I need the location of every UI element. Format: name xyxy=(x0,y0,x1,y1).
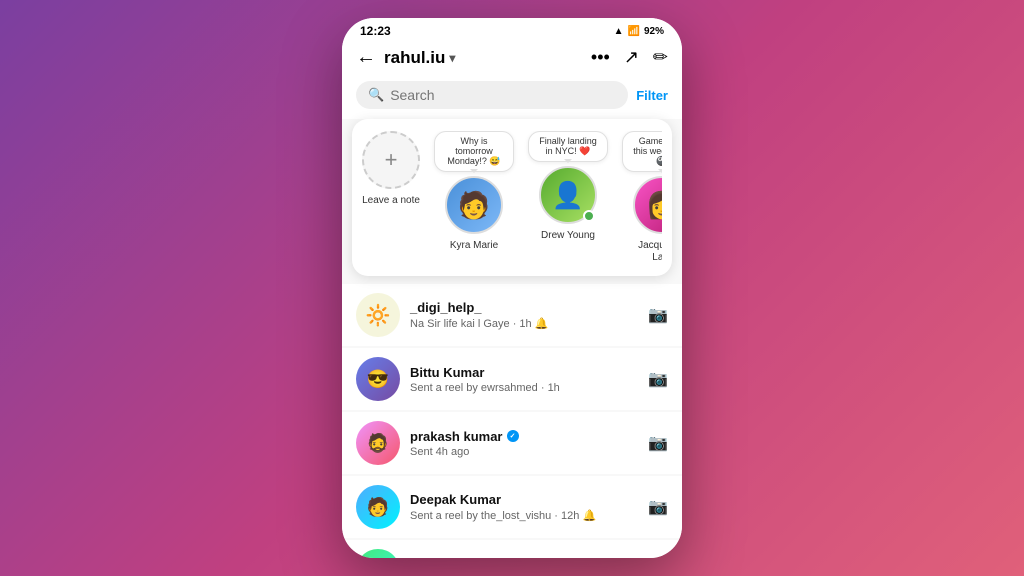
jacqueline-note: Game night this weekend? 🎱 xyxy=(622,131,662,172)
digi-content: _digi_help_ Na Sir life kai l Gaye · 1h … xyxy=(410,300,638,330)
search-bar: 🔍 Filter xyxy=(342,77,682,119)
deepak-avatar: 🧑 xyxy=(356,485,400,529)
back-button[interactable]: ← xyxy=(356,46,376,69)
digi-emoji: 🔆 xyxy=(366,303,391,328)
header: ← rahul.iu ▾ ••• ↗ ✏ xyxy=(342,42,682,77)
message-item-bittu[interactable]: 😎 Bittu Kumar Sent a reel by ewrsahmed ·… xyxy=(342,348,682,410)
search-input-wrap: 🔍 xyxy=(356,81,628,109)
message-item-saurabh[interactable]: 🙂 Saurabh ×ₓ Reacted to your story 🔥 · 1… xyxy=(342,540,682,558)
message-item-digi[interactable]: 🔆 _digi_help_ Na Sir life kai l Gaye · 1… xyxy=(342,284,682,346)
search-icon: 🔍 xyxy=(368,87,384,103)
deepak-emoji: 🧑 xyxy=(367,497,389,518)
story-item-jacqueline[interactable]: Game night this weekend? 🎱 👩 Jacqueline … xyxy=(622,131,662,264)
stories-scroll: + Leave a note Why is tomorrow Monday!? … xyxy=(362,131,662,264)
battery-icon: 92% xyxy=(644,26,664,37)
plus-icon: + xyxy=(385,147,398,173)
jacqueline-avatar: 👩 xyxy=(633,176,662,234)
digi-preview: Na Sir life kai l Gaye · 1h 🔔 xyxy=(410,317,638,330)
deepak-content: Deepak Kumar Sent a reel by the_lost_vis… xyxy=(410,492,638,522)
story-item-drew[interactable]: Finally landing in NYC! ❤️ 👤 Drew Young xyxy=(528,131,608,242)
message-item-deepak[interactable]: 🧑 Deepak Kumar Sent a reel by the_lost_v… xyxy=(342,476,682,538)
status-bar: 12:23 ▲ 📶 92% xyxy=(342,18,682,42)
wifi-icon: ▲ xyxy=(614,26,624,37)
deepak-camera-icon[interactable]: 📷 xyxy=(648,497,668,517)
bittu-name: Bittu Kumar xyxy=(410,365,638,380)
bittu-content: Bittu Kumar Sent a reel by ewrsahmed · 1… xyxy=(410,365,638,394)
chevron-down-icon[interactable]: ▾ xyxy=(449,51,455,65)
digi-name: _digi_help_ xyxy=(410,300,638,315)
prakash-emoji: 🧔 xyxy=(367,433,389,454)
bittu-camera-icon[interactable]: 📷 xyxy=(648,369,668,389)
username-label: rahul.iu xyxy=(384,48,445,68)
kyra-name: Kyra Marie xyxy=(450,240,498,252)
bittu-avatar: 😎 xyxy=(356,357,400,401)
drew-avatar-wrap: 👤 xyxy=(539,166,597,224)
phone-frame: 12:23 ▲ 📶 92% ← rahul.iu ▾ ••• ↗ ✏ 🔍 Fil… xyxy=(342,18,682,558)
bittu-emoji: 😎 xyxy=(367,369,389,390)
digi-camera-icon[interactable]: 📷 xyxy=(648,305,668,325)
jacqueline-face: 👩 xyxy=(635,178,662,232)
jacqueline-avatar-wrap: 👩 xyxy=(633,176,662,234)
status-time: 12:23 xyxy=(360,24,391,38)
prakash-preview: Sent 4h ago xyxy=(410,446,638,458)
filter-button[interactable]: Filter xyxy=(636,88,668,103)
header-actions: ••• ↗ ✏ xyxy=(591,47,668,68)
message-item-prakash[interactable]: 🧔 prakash kumar ✓ Sent 4h ago 📷 xyxy=(342,412,682,474)
signal-icon: 📶 xyxy=(628,26,640,37)
saurabh-content: Saurabh ×ₓ Reacted to your story 🔥 · 14h xyxy=(410,556,638,558)
add-note-item[interactable]: + Leave a note xyxy=(362,131,420,207)
kyra-note: Why is tomorrow Monday!? 😅 xyxy=(434,131,514,172)
drew-note: Finally landing in NYC! ❤️ xyxy=(528,131,608,162)
message-list: 🔆 _digi_help_ Na Sir life kai l Gaye · 1… xyxy=(342,276,682,558)
more-options-button[interactable]: ••• xyxy=(591,47,610,68)
kyra-face: 🧑 xyxy=(447,178,501,232)
saurabh-name: Saurabh ×ₓ xyxy=(410,556,638,558)
deepak-preview: Sent a reel by the_lost_vishu · 12h 🔔 xyxy=(410,509,638,522)
drew-online-dot xyxy=(583,210,595,222)
saurabh-avatar: 🙂 xyxy=(356,549,400,558)
kyra-avatar: 🧑 xyxy=(445,176,503,234)
prakash-content: prakash kumar ✓ Sent 4h ago xyxy=(410,429,638,458)
jacqueline-name: Jacqueline Lam xyxy=(631,240,662,264)
header-title: rahul.iu ▾ xyxy=(384,48,583,68)
kyra-avatar-wrap: 🧑 xyxy=(445,176,503,234)
stories-row: + Leave a note Why is tomorrow Monday!? … xyxy=(352,119,672,276)
trending-button[interactable]: ↗ xyxy=(624,47,639,68)
search-input[interactable] xyxy=(390,87,616,103)
bittu-preview: Sent a reel by ewrsahmed · 1h xyxy=(410,382,638,394)
status-icons: ▲ 📶 92% xyxy=(614,26,664,37)
deepak-name: Deepak Kumar xyxy=(410,492,638,507)
add-note-avatar[interactable]: + xyxy=(362,131,420,189)
story-item-kyra[interactable]: Why is tomorrow Monday!? 😅 🧑 Kyra Marie xyxy=(434,131,514,252)
drew-name: Drew Young xyxy=(541,230,595,242)
verified-badge: ✓ xyxy=(507,430,519,442)
prakash-camera-icon[interactable]: 📷 xyxy=(648,433,668,453)
prakash-avatar: 🧔 xyxy=(356,421,400,465)
edit-button[interactable]: ✏ xyxy=(653,47,668,68)
add-note-label: Leave a note xyxy=(362,195,420,207)
prakash-name: prakash kumar ✓ xyxy=(410,429,638,444)
digi-avatar: 🔆 xyxy=(356,293,400,337)
